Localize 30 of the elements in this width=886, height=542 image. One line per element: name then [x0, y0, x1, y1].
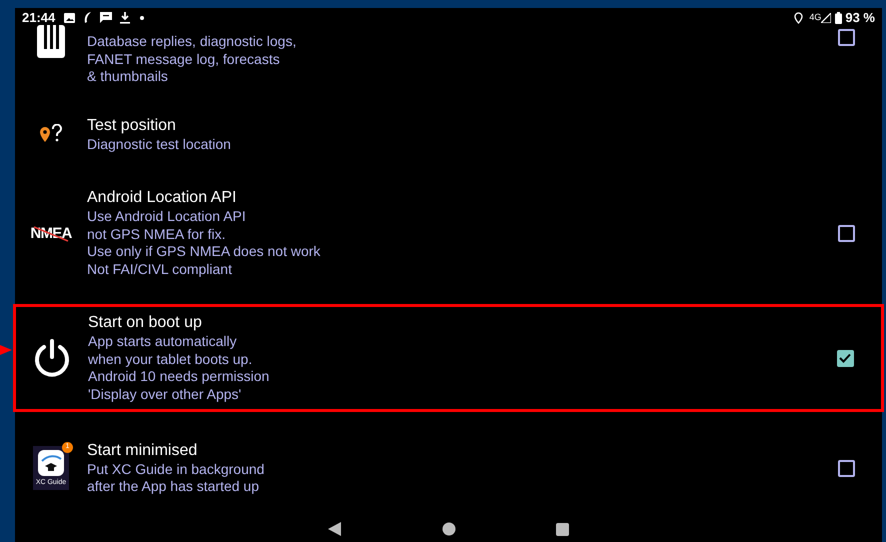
setting-description: Database replies, diagnostic logs, FANET message log, forecasts & thumbnails — [87, 33, 298, 86]
download-icon — [120, 12, 130, 24]
checkbox[interactable] — [838, 29, 854, 46]
setting-title: Test position — [87, 116, 177, 136]
feather-icon — [83, 12, 92, 24]
checkbox[interactable] — [838, 224, 854, 242]
setting-description: Diagnostic test location — [87, 136, 232, 154]
power-icon — [32, 338, 72, 378]
checkbox[interactable] — [838, 460, 854, 476]
status-time: 21:44 — [22, 8, 56, 27]
home-icon[interactable] — [442, 522, 456, 536]
signal-icon — [821, 12, 832, 22]
setting-title: Start minimised — [87, 440, 198, 460]
setting-description: Use Android Location API not GPS NMEA for fix. Use only if GPS NMEA does not work Not FAI/CIVL compliant — [87, 208, 322, 278]
app-logo-icon — [37, 449, 65, 477]
setting-title: Start on boot up — [88, 313, 203, 333]
battery-icon — [835, 12, 842, 24]
network-type: 4G — [809, 10, 822, 24]
checkbox[interactable] — [836, 350, 854, 366]
recents-icon[interactable] — [556, 522, 569, 536]
back-icon[interactable] — [328, 522, 342, 536]
dot-icon — [140, 16, 144, 20]
location-icon — [794, 12, 804, 24]
setting-description: App starts automatically when your tablet boots up. Android 10 needs permission 'Display over other Apps' — [88, 333, 270, 403]
setting-description: Put XC Guide in background after the App has started up — [87, 460, 266, 496]
image-icon — [64, 12, 76, 22]
piano-icon — [36, 25, 66, 59]
message-icon — [100, 12, 112, 23]
battery-level: 93 % — [845, 8, 875, 27]
setting-title: Android Location API — [87, 188, 238, 208]
